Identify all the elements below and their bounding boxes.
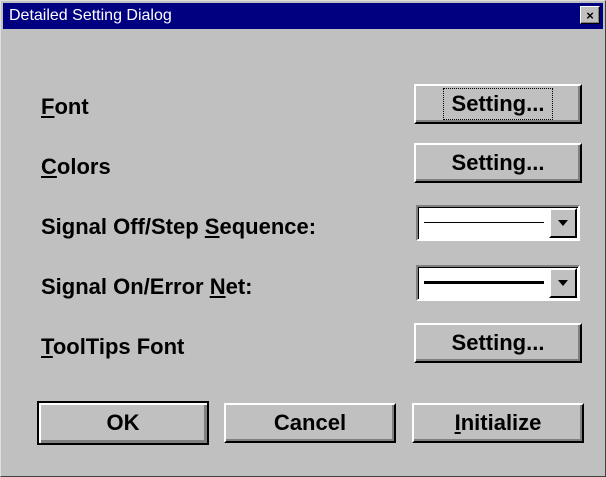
colors-label: Colors bbox=[41, 154, 111, 179]
close-icon: × bbox=[586, 7, 594, 23]
ok-button[interactable]: OK bbox=[37, 401, 209, 445]
signal-off-step-sequence-label: Signal Off/Step Sequence: bbox=[41, 214, 317, 239]
close-button[interactable]: × bbox=[580, 6, 600, 24]
tooltips-font-label: ToolTips Font bbox=[41, 334, 185, 359]
thick-line-sample bbox=[424, 281, 544, 284]
title-bar[interactable]: Detailed Setting Dialog × bbox=[3, 3, 603, 29]
thin-line-sample bbox=[424, 222, 544, 223]
cancel-button[interactable]: Cancel bbox=[224, 403, 396, 443]
initialize-button[interactable]: Initialize bbox=[412, 403, 584, 443]
signal-on-dropdown-button[interactable] bbox=[549, 268, 577, 298]
signal-off-line-style-select[interactable] bbox=[416, 205, 580, 241]
font-label: Font bbox=[41, 94, 89, 119]
signal-on-error-net-label: Signal On/Error Net: bbox=[41, 274, 253, 299]
window-title: Detailed Setting Dialog bbox=[9, 7, 172, 24]
detailed-setting-dialog: Detailed Setting Dialog × Font Setting..… bbox=[0, 0, 606, 477]
colors-setting-button[interactable]: Setting... bbox=[414, 143, 582, 183]
chevron-down-icon bbox=[558, 220, 568, 226]
tooltips-font-setting-button[interactable]: Setting... bbox=[414, 323, 582, 363]
chevron-down-icon bbox=[558, 280, 568, 286]
signal-on-line-style-select[interactable] bbox=[416, 265, 580, 301]
signal-off-dropdown-button[interactable] bbox=[549, 208, 577, 238]
font-setting-button[interactable]: Setting... bbox=[414, 84, 582, 124]
